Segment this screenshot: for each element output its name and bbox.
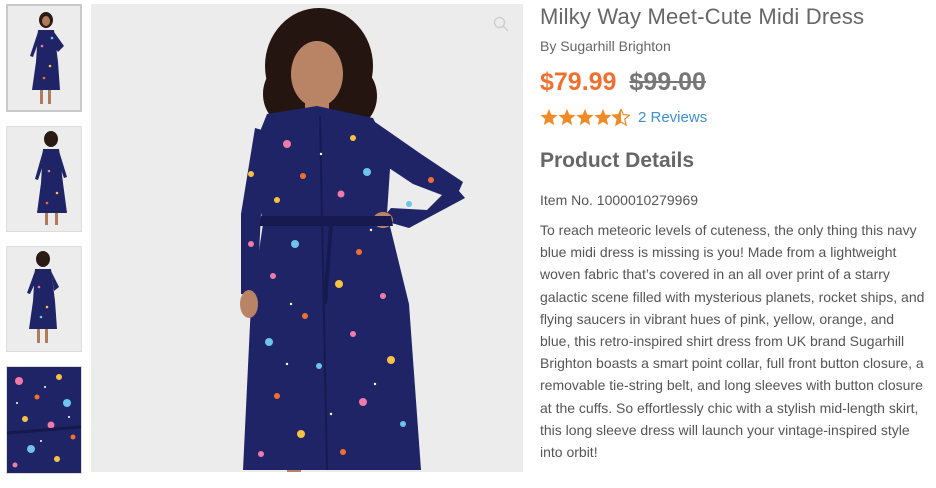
original-price: $99.00 <box>629 68 706 96</box>
thumbnail-side[interactable] <box>6 246 82 352</box>
product-title: Milky Way Meet-Cute Midi Dress <box>540 4 865 29</box>
model-in-dress-illustration <box>91 4 523 472</box>
thumbnail-back[interactable] <box>6 126 82 232</box>
zoom-icon[interactable] <box>493 16 509 37</box>
rating-row: 2 Reviews <box>540 109 930 126</box>
star-icon <box>594 109 612 126</box>
thumbnail-closeup-image <box>7 367 81 473</box>
thumbnail-list <box>6 4 82 488</box>
brand-link[interactable]: Sugarhill Brighton <box>560 38 671 54</box>
product-details-heading: Product Details <box>540 149 695 172</box>
brand-prefix: By <box>540 38 557 54</box>
star-half-icon <box>612 109 630 126</box>
product-info: Milky Way Meet-Cute Midi Dress By Sugarh… <box>540 0 930 463</box>
item-number: Item No. 1000010279969 <box>540 192 699 208</box>
thumbnail-closeup[interactable] <box>6 366 82 474</box>
star-icon <box>558 109 576 126</box>
thumbnail-back-image <box>7 127 81 231</box>
product-description: To reach meteoric levels of cuteness, th… <box>540 222 925 461</box>
thumbnail-front-image <box>8 6 80 110</box>
star-rating[interactable] <box>540 109 630 126</box>
sale-price: $79.99 <box>540 68 617 96</box>
star-icon <box>576 109 594 126</box>
thumbnail-front[interactable] <box>6 4 82 112</box>
product-brand: By Sugarhill Brighton <box>540 38 930 54</box>
reviews-link[interactable]: 2 Reviews <box>638 109 707 126</box>
price-row: $79.99 $99.00 <box>540 68 930 97</box>
thumbnail-side-image <box>7 247 81 351</box>
star-icon <box>540 109 558 126</box>
main-product-image[interactable] <box>91 4 523 472</box>
